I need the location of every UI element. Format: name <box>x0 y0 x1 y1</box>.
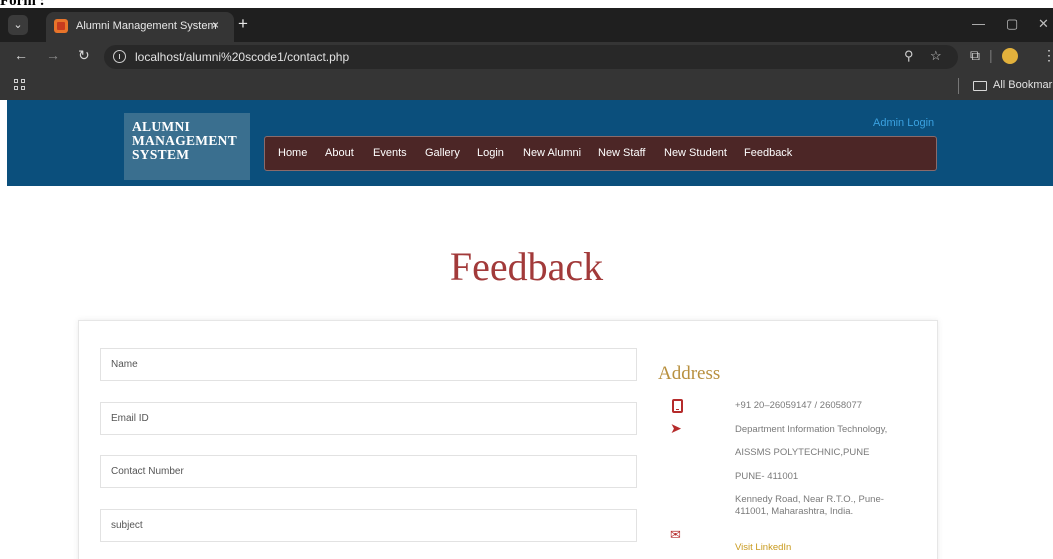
profile-icon[interactable] <box>1002 48 1018 64</box>
nav-item-new-alumni[interactable]: New Alumni <box>523 147 581 159</box>
nav-item-new-student[interactable]: New Student <box>664 147 727 159</box>
phone-icon <box>672 399 683 413</box>
nav-item-gallery[interactable]: Gallery <box>425 147 460 159</box>
bookmarks-divider <box>958 78 959 94</box>
extensions-icon[interactable]: ⧉ <box>970 47 980 64</box>
address-street-line2: 411001, Maharashtra, India. <box>735 506 854 517</box>
main-nav: Home About Events Gallery Login New Alum… <box>264 136 937 171</box>
logo-line: MANAGEMENT <box>132 133 237 148</box>
nav-item-events[interactable]: Events <box>373 147 407 159</box>
tab-search-icon[interactable]: ⌄ <box>8 15 28 35</box>
linkedin-link[interactable]: Visit LinkedIn <box>735 542 791 553</box>
site-header: ALUMNI MANAGEMENT SYSTEM Admin Login Hom… <box>7 100 1053 186</box>
toolbar-divider: | <box>989 47 993 63</box>
browser-toolbar: ← → ↻ localhost/alumni%20scode1/contact.… <box>0 42 1053 72</box>
nav-item-feedback[interactable]: Feedback <box>744 147 792 159</box>
new-tab-icon[interactable]: + <box>238 15 248 33</box>
address-phone: +91 20–26059147 / 26058077 <box>735 400 863 411</box>
nav-item-home[interactable]: Home <box>278 147 307 159</box>
tab-title: Alumni Management System <box>76 20 217 32</box>
logo-line: ALUMNI <box>132 119 191 134</box>
page: Form : ⌄ Alumni Management System × + — … <box>0 0 1053 559</box>
folder-icon[interactable] <box>973 81 987 91</box>
tab-close-icon[interactable]: × <box>212 18 219 32</box>
address-bar[interactable]: localhost/alumni%20scode1/contact.php ⚲ … <box>104 45 958 69</box>
logo-line: SYSTEM <box>132 147 190 162</box>
all-bookmarks-link[interactable]: All Bookmarks <box>993 79 1053 91</box>
contact-number-field[interactable] <box>100 455 637 488</box>
browser-tab[interactable]: Alumni Management System × <box>46 12 234 42</box>
admin-login-link[interactable]: Admin Login <box>873 117 934 129</box>
address-college: AISSMS POLYTECHNIC,PUNE <box>735 447 870 458</box>
apps-grid-icon[interactable] <box>14 79 26 91</box>
address-department: Department Information Technology, <box>735 424 888 435</box>
mail-icon: ✉ <box>670 527 681 542</box>
back-arrow-icon[interactable]: ← <box>14 47 28 63</box>
nav-item-about[interactable]: About <box>325 147 354 159</box>
nav-item-new-staff[interactable]: New Staff <box>598 147 646 159</box>
location-arrow-icon: ➤ <box>670 420 682 436</box>
zoom-icon[interactable]: ⚲ <box>904 48 914 64</box>
restore-icon[interactable]: ▢ <box>1006 16 1018 32</box>
site-info-icon[interactable] <box>113 50 126 63</box>
address-street-line1: Kennedy Road, Near R.T.O., Pune- <box>735 494 884 505</box>
browser-tab-bar: ⌄ Alumni Management System × + — ▢ ✕ <box>0 8 1053 42</box>
address-heading: Address <box>658 363 721 384</box>
forward-arrow-icon[interactable]: → <box>46 47 60 63</box>
url-text[interactable]: localhost/alumni%20scode1/contact.php <box>135 50 349 64</box>
site-logo[interactable]: ALUMNI MANAGEMENT SYSTEM <box>124 113 250 180</box>
nav-item-login[interactable]: Login <box>477 147 504 159</box>
page-title: Feedback <box>449 244 604 289</box>
minimize-icon[interactable]: — <box>972 16 985 31</box>
subject-field[interactable] <box>100 509 637 542</box>
name-field[interactable] <box>100 348 637 381</box>
address-city: PUNE- 411001 <box>735 471 799 482</box>
star-icon[interactable]: ☆ <box>930 48 942 64</box>
menu-icon[interactable]: ⋮ <box>1042 47 1053 64</box>
email-field[interactable] <box>100 402 637 435</box>
close-icon[interactable]: ✕ <box>1038 16 1049 32</box>
favicon-icon <box>54 19 68 33</box>
reload-icon[interactable]: ↻ <box>78 47 90 64</box>
bookmarks-bar: All Bookmarks <box>0 72 1053 100</box>
